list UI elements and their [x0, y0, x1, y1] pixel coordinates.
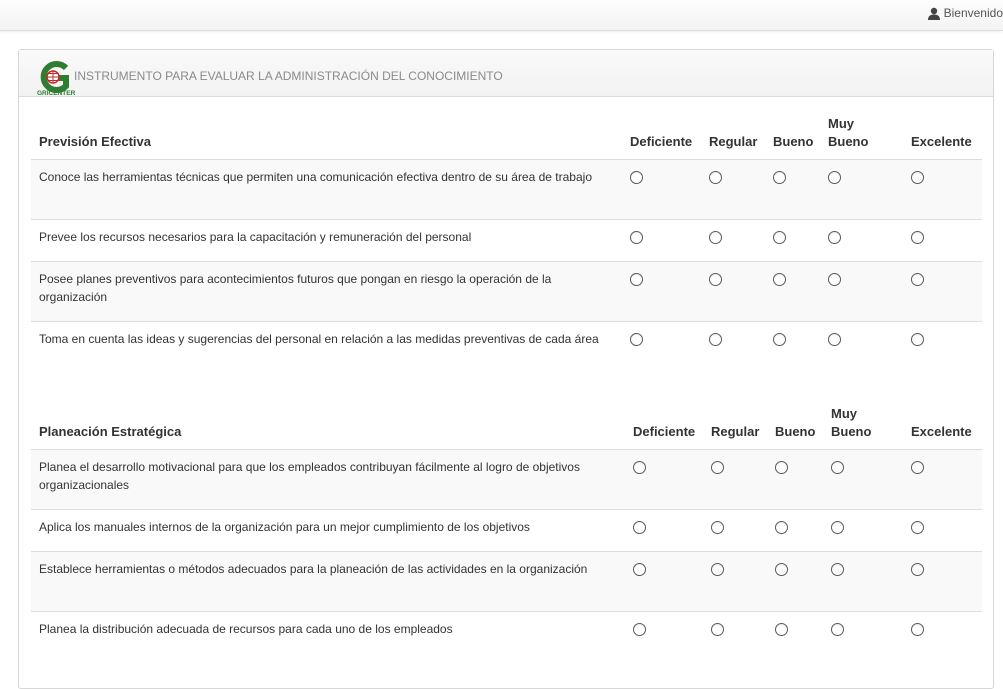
- radio-muy-bueno[interactable]: [828, 231, 841, 244]
- column-header-muy-bueno: Muy Bueno: [823, 405, 903, 450]
- radio-deficiente[interactable]: [630, 273, 643, 286]
- radio-bueno[interactable]: [773, 171, 786, 184]
- radio-muy-bueno[interactable]: [831, 461, 844, 474]
- radio-muy-bueno[interactable]: [828, 333, 841, 346]
- radio-muy-bueno[interactable]: [828, 171, 841, 184]
- radio-bueno[interactable]: [775, 521, 788, 534]
- column-header-excelente: Excelente: [903, 115, 982, 160]
- radio-deficiente[interactable]: [633, 521, 646, 534]
- top-navbar: Bienvenido: [0, 0, 1003, 31]
- question-text: Posee planes preventivos para acontecimi…: [31, 261, 622, 322]
- evaluation-table-planeacion: Planeación Estratégica Deficiente Regula…: [31, 405, 982, 654]
- radio-excelente[interactable]: [911, 333, 924, 346]
- question-row: Planea el desarrollo motivacional para q…: [31, 449, 982, 510]
- panel-title: INSTRUMENTO PARA EVALUAR LA ADMINISTRACI…: [74, 69, 503, 83]
- radio-regular[interactable]: [709, 273, 722, 286]
- gricenter-logo: GRICENTER: [37, 61, 76, 96]
- radio-deficiente[interactable]: [633, 461, 646, 474]
- radio-regular[interactable]: [709, 171, 722, 184]
- radio-deficiente[interactable]: [630, 231, 643, 244]
- radio-regular[interactable]: [711, 461, 724, 474]
- radio-muy-bueno[interactable]: [831, 563, 844, 576]
- radio-excelente[interactable]: [911, 273, 924, 286]
- question-text: Establece herramientas o métodos adecuad…: [31, 551, 625, 612]
- question-row: Conoce las herramientas técnicas que per…: [31, 159, 982, 220]
- radio-excelente[interactable]: [911, 563, 924, 576]
- user-welcome-label: Bienvenido: [943, 6, 1003, 20]
- radio-excelente[interactable]: [911, 171, 924, 184]
- radio-regular[interactable]: [709, 333, 722, 346]
- column-header-excelente: Excelente: [903, 405, 982, 450]
- question-text: Conoce las herramientas técnicas que per…: [31, 159, 622, 220]
- radio-excelente[interactable]: [911, 461, 924, 474]
- question-text: Planea el desarrollo motivacional para q…: [31, 449, 625, 510]
- column-header-deficiente: Deficiente: [622, 115, 701, 160]
- radio-excelente[interactable]: [911, 521, 924, 534]
- question-text: Planea la distribución adecuada de recur…: [31, 611, 625, 654]
- column-header-regular: Regular: [703, 405, 767, 450]
- radio-muy-bueno[interactable]: [831, 623, 844, 636]
- radio-bueno[interactable]: [773, 333, 786, 346]
- panel-heading: GRICENTER INSTRUMENTO PARA EVALUAR LA AD…: [19, 50, 993, 97]
- svg-text:GRICENTER: GRICENTER: [37, 90, 76, 96]
- radio-regular[interactable]: [711, 623, 724, 636]
- column-header-bueno: Bueno: [765, 115, 820, 160]
- question-row: Toma en cuenta las ideas y sugerencias d…: [31, 321, 982, 382]
- radio-bueno[interactable]: [775, 623, 788, 636]
- column-header-regular: Regular: [701, 115, 765, 160]
- radio-excelente[interactable]: [911, 623, 924, 636]
- radio-bueno[interactable]: [775, 461, 788, 474]
- evaluation-table-prevision: Previsión Efectiva Deficiente Regular Bu…: [31, 115, 982, 382]
- evaluation-panel: GRICENTER INSTRUMENTO PARA EVALUAR LA AD…: [18, 49, 994, 689]
- radio-excelente[interactable]: [911, 231, 924, 244]
- question-row: Aplica los manuales internos de la organ…: [31, 509, 982, 552]
- radio-regular[interactable]: [711, 521, 724, 534]
- question-text: Aplica los manuales internos de la organ…: [31, 509, 625, 552]
- section-title: Previsión Efectiva: [31, 115, 622, 160]
- radio-deficiente[interactable]: [630, 333, 643, 346]
- radio-bueno[interactable]: [773, 273, 786, 286]
- radio-regular[interactable]: [709, 231, 722, 244]
- radio-deficiente[interactable]: [633, 563, 646, 576]
- question-text: Prevee los recursos necesarios para la c…: [31, 219, 622, 262]
- question-text: Toma en cuenta las ideas y sugerencias d…: [31, 321, 622, 382]
- column-header-muy-bueno: Muy Bueno: [820, 115, 903, 160]
- question-row: Prevee los recursos necesarios para la c…: [31, 219, 982, 262]
- user-icon: [927, 7, 940, 20]
- section-title: Planeación Estratégica: [31, 405, 625, 450]
- radio-regular[interactable]: [711, 563, 724, 576]
- column-header-bueno: Bueno: [767, 405, 823, 450]
- radio-muy-bueno[interactable]: [828, 273, 841, 286]
- radio-deficiente[interactable]: [630, 171, 643, 184]
- radio-deficiente[interactable]: [633, 623, 646, 636]
- radio-muy-bueno[interactable]: [831, 521, 844, 534]
- question-row: Posee planes preventivos para acontecimi…: [31, 261, 982, 322]
- column-header-deficiente: Deficiente: [625, 405, 703, 450]
- question-row: Establece herramientas o métodos adecuad…: [31, 551, 982, 612]
- radio-bueno[interactable]: [773, 231, 786, 244]
- radio-bueno[interactable]: [775, 563, 788, 576]
- user-menu-link[interactable]: Bienvenido: [927, 6, 1003, 20]
- question-row: Planea la distribución adecuada de recur…: [31, 611, 982, 654]
